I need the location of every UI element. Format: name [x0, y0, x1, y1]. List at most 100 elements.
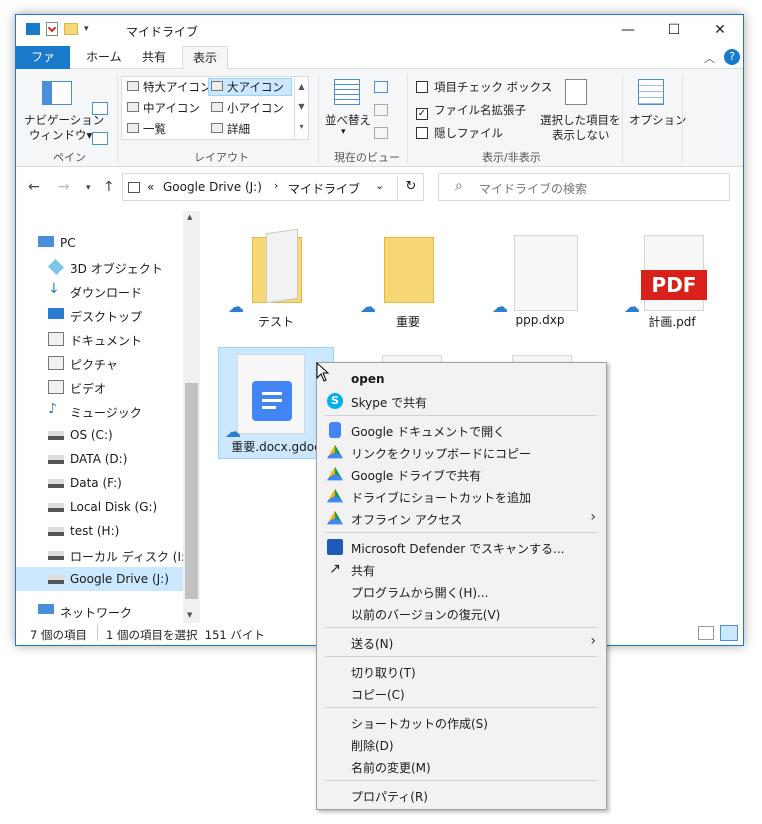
tab-view[interactable]: 表示	[182, 46, 229, 70]
sidebar-item[interactable]: ♪ ミュージック	[16, 399, 183, 423]
preview-pane-icon[interactable]	[92, 102, 108, 115]
menu-item-label: オフライン アクセス	[351, 513, 463, 527]
details-view-icon[interactable]	[698, 626, 714, 640]
checkbox-icon[interactable]	[416, 127, 428, 139]
layout-large-icons[interactable]: 大アイコン	[208, 78, 292, 96]
chevron-down-icon[interactable]: ⌄	[375, 179, 384, 192]
chevron-right-icon[interactable]: ›	[274, 179, 278, 192]
hidden-items-toggle[interactable]: 隠しファイル	[416, 125, 503, 141]
options-icon[interactable]	[638, 79, 664, 105]
menu-separator	[325, 415, 597, 416]
sidebar-item[interactable]: Data (F:)	[16, 471, 183, 495]
breadcrumb-drive[interactable]: Google Drive (J:)	[163, 180, 262, 194]
sidebar-item[interactable]: Google Drive (J:)	[16, 567, 183, 591]
menu-item[interactable]: オフライン アクセス ›	[317, 507, 606, 529]
add-columns-icon[interactable]	[374, 104, 388, 116]
checkbox-icon[interactable]	[416, 81, 428, 93]
sidebar-item[interactable]: ↓ ダウンロード	[16, 279, 183, 303]
chevron-up-icon[interactable]: ︿	[704, 50, 715, 66]
menu-item[interactable]: 名前の変更(M)	[317, 755, 606, 777]
menu-item[interactable]: Google ドライブで共有	[317, 463, 606, 485]
minimize-button[interactable]: —	[605, 15, 651, 46]
options-button[interactable]: オプション	[629, 112, 687, 128]
scroll-down-icon[interactable]: ▼	[187, 611, 192, 619]
nav-pane-icon[interactable]	[42, 81, 72, 105]
file-item-ppp[interactable]: ☁ ppp.dxp	[482, 223, 598, 335]
sort-button[interactable]: 並べ替え	[325, 112, 371, 128]
layout-medium-icons[interactable]: 中アイコン	[125, 100, 200, 116]
properties-icon[interactable]	[46, 22, 58, 36]
menu-item[interactable]: 送る(N) ›	[317, 631, 606, 653]
help-icon[interactable]: ?	[724, 49, 740, 65]
menu-item[interactable]: 切り取り(T)	[317, 660, 606, 682]
file-item-folder-important[interactable]: ☁ 重要	[350, 223, 466, 335]
sidebar-item[interactable]: DATA (D:)	[16, 447, 183, 471]
maximize-button[interactable]: ☐	[651, 15, 697, 46]
menu-item[interactable]: プログラムから開く(H)...	[317, 580, 606, 602]
sidebar-item[interactable]: test (H:)	[16, 519, 183, 543]
layout-scroll[interactable]: ▲ ▼ ▾	[294, 77, 308, 139]
tab-share[interactable]: 共有	[132, 46, 176, 69]
menu-item[interactable]: Google ドキュメントで開く	[317, 419, 606, 441]
menu-item[interactable]: ↗ 共有	[317, 558, 606, 580]
menu-item[interactable]: 削除(D)	[317, 733, 606, 755]
file-extensions-toggle[interactable]: ✓ ファイル名拡張子	[416, 102, 526, 120]
tab-home[interactable]: ホーム	[76, 46, 132, 69]
layout-extra-large-icons[interactable]: 特大アイコン	[125, 79, 211, 95]
group-label-show-hide: 表示/非表示	[482, 151, 541, 164]
chevron-down-icon[interactable]: ▾	[84, 24, 89, 34]
search-input[interactable]: ⌕ マイドライブの検索	[438, 173, 730, 201]
large-icons-view-icon[interactable]	[720, 625, 738, 641]
sidebar-item[interactable]: OS (C:)	[16, 423, 183, 447]
hide-selected-button[interactable]: 選択した項目を	[540, 112, 621, 128]
sidebar-item[interactable]: PC	[16, 231, 183, 255]
menu-item[interactable]: S Skype で共有	[317, 390, 606, 412]
sidebar-item[interactable]: デスクトップ	[16, 303, 183, 327]
refresh-icon[interactable]: ↻	[397, 176, 424, 200]
layout-list[interactable]: 一覧	[125, 121, 166, 137]
sidebar-item[interactable]: 3D オブジェクト	[16, 255, 183, 279]
item-checkboxes-toggle[interactable]: 項目チェック ボックス	[416, 79, 552, 95]
sidebar-item[interactable]: ビデオ	[16, 375, 183, 399]
address-bar[interactable]: « Google Drive (J:) › マイドライブ ⌄ ↻	[122, 173, 424, 201]
menu-item[interactable]: Microsoft Defender でスキャンする...	[317, 536, 606, 558]
sidebar-scrollbar[interactable]: ▲ ▼	[183, 211, 200, 623]
menu-item[interactable]: ドライブにショートカットを追加	[317, 485, 606, 507]
checkbox-checked-icon[interactable]: ✓	[416, 108, 428, 120]
sidebar-item[interactable]: ローカル ディスク (I:)	[16, 543, 190, 567]
details-pane-icon[interactable]	[92, 132, 108, 145]
menu-item[interactable]: リンクをクリップボードにコピー	[317, 441, 606, 463]
breadcrumb-folder[interactable]: マイドライブ	[288, 180, 360, 197]
sidebar-item[interactable]: ネットワーク	[16, 599, 183, 623]
scroll-up-icon[interactable]: ▲	[187, 213, 192, 221]
menu-item-label: 以前のバージョンの復元(V)	[351, 608, 501, 622]
menu-item[interactable]: ショートカットの作成(S)	[317, 711, 606, 733]
sidebar-item[interactable]: ピクチャ	[16, 351, 183, 375]
sidebar-item[interactable]: ドキュメント	[16, 327, 183, 351]
menu-item[interactable]: open	[317, 368, 606, 390]
recent-locations-icon[interactable]: ▾	[86, 183, 91, 193]
menu-item[interactable]: コピー(C)	[317, 682, 606, 704]
menu-item[interactable]: プロパティ(R)	[317, 784, 606, 806]
drive-icon	[48, 575, 64, 584]
group-by-icon[interactable]	[374, 81, 388, 93]
hide-selected-icon[interactable]	[565, 79, 587, 105]
new-folder-icon[interactable]	[64, 23, 78, 35]
navigation-pane: PC 3D オブジェクト ↓ ダウンロード デスクトップ ドキュメント ピクチャ ビデオ ♪ ミュ…	[16, 211, 200, 623]
layout-details[interactable]: 詳細	[209, 121, 250, 137]
file-item-folder-test[interactable]: ☁ テスト	[218, 223, 334, 335]
forward-arrow-icon[interactable]: →	[58, 179, 70, 195]
sidebar-item[interactable]: Local Disk (G:)	[16, 495, 183, 519]
scroll-thumb[interactable]	[185, 383, 198, 599]
file-item-pdf[interactable]: PDF ☁ 計画.pdf	[614, 223, 730, 335]
up-arrow-icon[interactable]: ↑	[103, 179, 115, 195]
layout-small-icons[interactable]: 小アイコン	[209, 100, 284, 116]
size-columns-icon[interactable]	[374, 127, 388, 139]
menu-item[interactable]: 以前のバージョンの復元(V)	[317, 602, 606, 624]
breadcrumb-overflow[interactable]: «	[147, 180, 154, 194]
sort-icon[interactable]	[334, 79, 360, 105]
back-arrow-icon[interactable]: ←	[28, 179, 40, 195]
close-button[interactable]: ✕	[697, 15, 743, 46]
search-placeholder: マイドライブの検索	[479, 182, 588, 196]
google-drive-icon	[327, 466, 343, 481]
